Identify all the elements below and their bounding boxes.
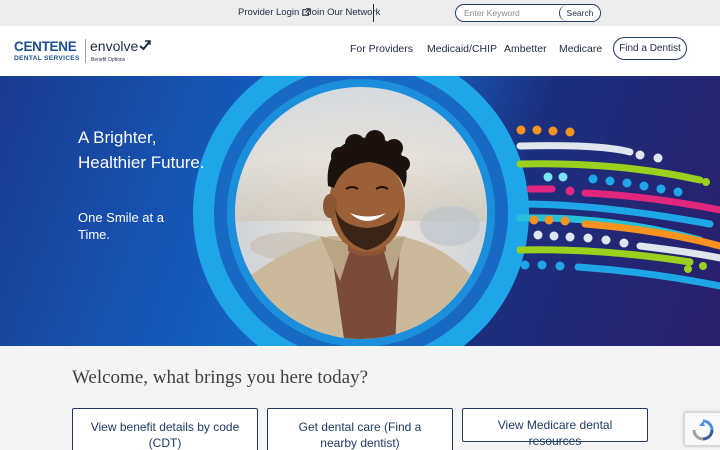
find-nearby-dentist-button[interactable]: Get dental care (Find a nearby dentist) — [267, 408, 453, 450]
cdt-benefit-details-button[interactable]: View benefit details by code (CDT) — [72, 408, 258, 450]
envolve-mark-icon — [139, 40, 152, 51]
recaptcha-icon — [692, 419, 714, 441]
hero-subtitle: One Smile at a Time. — [78, 210, 164, 242]
centene-subtitle: DENTAL SERVICES — [14, 55, 80, 62]
medicare-resources-button[interactable]: View Medicare dental resources — [462, 408, 648, 448]
centene-logo[interactable]: CENTENE DENTAL SERVICES — [14, 40, 82, 62]
nav-for-providers[interactable]: For Providers — [350, 42, 413, 56]
envolve-subtitle: Benefit Options — [91, 57, 126, 63]
search-box: Search — [455, 4, 601, 22]
utility-divider — [373, 4, 374, 22]
search-button[interactable]: Search — [559, 5, 600, 21]
utility-bar: Provider Login Join Our Network Search — [0, 0, 720, 26]
search-input[interactable] — [456, 5, 562, 21]
site-header: CENTENE DENTAL SERVICES envolve Benefit … — [0, 26, 720, 76]
welcome-title: Welcome, what brings you here today? — [72, 367, 369, 388]
provider-login-link[interactable]: Provider Login — [238, 6, 310, 20]
find-dentist-button[interactable]: Find a Dentist — [613, 37, 687, 60]
hero-title: A Brighter, Healthier Future. — [78, 128, 205, 172]
recaptcha-badge[interactable] — [684, 412, 720, 446]
logo-divider — [85, 39, 86, 63]
hero-banner: A Brighter, Healthier Future. One Smile … — [0, 76, 720, 346]
envolve-wordmark: envolve — [90, 38, 139, 54]
welcome-section: Welcome, what brings you here today? Vie… — [0, 346, 720, 450]
nav-medicare[interactable]: Medicare — [559, 42, 602, 56]
nav-ambetter[interactable]: Ambetter — [504, 42, 547, 56]
envolve-logo[interactable]: envolve Benefit Options — [90, 38, 152, 63]
centene-wordmark: CENTENE — [14, 39, 77, 54]
provider-login-label: Provider Login — [238, 7, 300, 18]
nav-medicaid-chip[interactable]: Medicaid/CHIP — [427, 42, 497, 56]
decorative-streams — [516, 125, 720, 290]
join-network-link[interactable]: Join Our Network — [307, 6, 380, 20]
